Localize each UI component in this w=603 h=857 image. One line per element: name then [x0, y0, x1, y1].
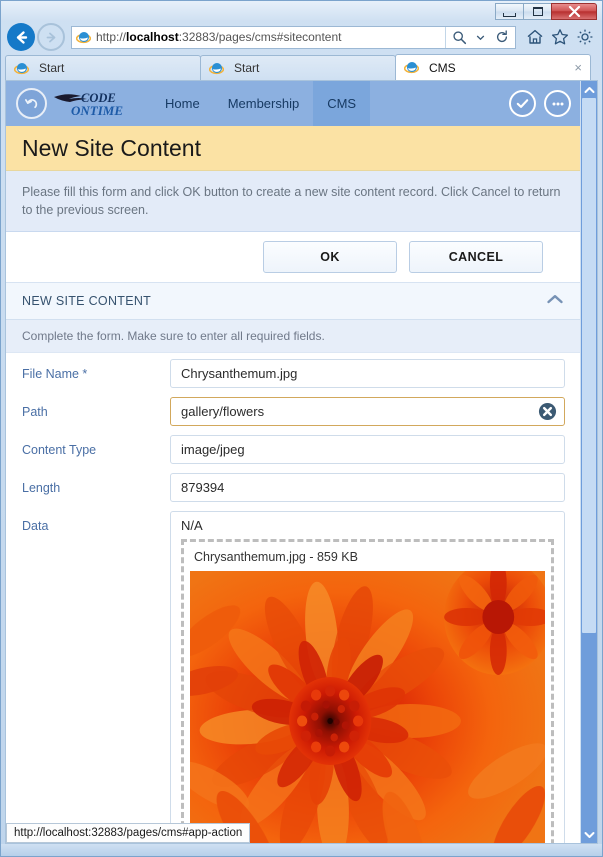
scrollbar-thumb[interactable] [582, 98, 596, 633]
browser-back-button[interactable] [7, 23, 35, 51]
window-controls [495, 3, 597, 20]
internet-explorer-icon [14, 62, 29, 74]
field-label: Content Type [22, 443, 97, 458]
browser-tab-3[interactable]: CMS × [395, 54, 591, 80]
code-on-time-logo: CODE ONTIME [53, 89, 135, 119]
gear-icon[interactable] [574, 26, 596, 48]
refresh-icon[interactable] [492, 27, 511, 48]
address-url: http://localhost:32883/pages/cms#sitecon… [96, 30, 342, 44]
home-icon[interactable] [524, 26, 546, 48]
section-title: NEW SITE CONTENT [22, 294, 152, 309]
nav-item-membership[interactable]: Membership [214, 81, 314, 126]
tab-label: Start [234, 61, 260, 75]
address-input[interactable]: http://localhost:32883/pages/cms#sitecon… [71, 25, 516, 49]
field-label: Path [22, 405, 48, 420]
app-header-actions [509, 90, 581, 117]
field-row-data: Data N/A Chrysanthemum.jpg - 859 KB [6, 511, 581, 843]
favorites-star-icon[interactable] [549, 26, 571, 48]
more-actions-button[interactable] [544, 90, 571, 117]
file-dropzone[interactable]: Chrysanthemum.jpg - 859 KB [181, 539, 554, 843]
section-header[interactable]: NEW SITE CONTENT [6, 283, 581, 321]
form-fields: File Name * Chrysanthemum.jpg Path galle… [6, 353, 581, 843]
browser-tab-1[interactable]: Start [5, 55, 201, 80]
nav-item-home[interactable]: Home [151, 81, 214, 126]
scroll-down-button[interactable] [581, 826, 597, 843]
minimize-button[interactable] [495, 3, 524, 20]
web-page: CODE ONTIME Home Membership CMS New Site… [6, 81, 581, 843]
svg-text:ONTIME: ONTIME [71, 103, 123, 118]
file-name-input[interactable]: Chrysanthemum.jpg [170, 359, 565, 389]
tab-bar: Start Start CMS × [1, 53, 602, 80]
back-arrow-icon [16, 30, 27, 44]
field-row-path: Path gallery/flowers [6, 397, 581, 435]
nav-label: Home [165, 96, 200, 111]
field-row-file-name: File Name * Chrysanthemum.jpg [6, 359, 581, 397]
address-bar-tools [445, 26, 511, 48]
browser-tab-2[interactable]: Start [200, 55, 396, 80]
internet-explorer-icon [76, 31, 91, 43]
app-nav: Home Membership CMS [151, 81, 371, 126]
internet-explorer-icon [209, 62, 224, 74]
chevron-down-icon [584, 831, 594, 838]
ellipsis-icon [552, 102, 563, 105]
field-row-content-type: Content Type image/jpeg [6, 435, 581, 473]
status-bar-tooltip: http://localhost:32883/pages/cms#app-act… [6, 823, 251, 843]
address-bar: http://localhost:32883/pages/cms#sitecon… [1, 21, 602, 53]
search-icon[interactable] [450, 27, 469, 48]
field-row-length: Length 879394 [6, 473, 581, 511]
form-note: Complete the form. Make sure to enter al… [6, 320, 581, 354]
ok-button[interactable]: OK [263, 241, 397, 274]
tab-label: Start [39, 61, 65, 75]
close-icon [568, 6, 580, 17]
nav-label: CMS [327, 96, 357, 111]
browser-forward-button[interactable] [37, 23, 65, 51]
nav-item-cms[interactable]: CMS [313, 81, 371, 126]
scroll-up-button[interactable] [581, 81, 597, 98]
field-label: File Name * [22, 367, 88, 382]
image-preview [190, 571, 545, 843]
chevron-up-icon[interactable] [545, 293, 565, 309]
app-back-button[interactable] [16, 88, 47, 119]
nav-label: Membership [227, 96, 300, 111]
length-input[interactable]: 879394 [170, 473, 565, 503]
title-bar [1, 1, 602, 21]
vertical-scrollbar[interactable] [580, 81, 597, 843]
chrysanthemum-photo [190, 571, 545, 843]
form-action-bar: OK CANCEL [6, 232, 581, 284]
undo-arrow-icon [24, 99, 38, 109]
page-viewport: CODE ONTIME Home Membership CMS New Site… [5, 80, 598, 844]
cancel-button[interactable]: CANCEL [409, 241, 543, 274]
check-icon [516, 99, 529, 108]
confirm-button[interactable] [509, 90, 536, 117]
chevron-up-icon [584, 86, 594, 93]
field-label: Data [22, 519, 49, 534]
field-label: Length [22, 481, 61, 496]
data-field: N/A Chrysanthemum.jpg - 859 KB [170, 511, 565, 843]
page-description: Please fill this form and click OK butto… [6, 171, 581, 233]
clear-path-icon[interactable] [538, 402, 557, 421]
tab-close-icon[interactable]: × [574, 60, 582, 75]
path-input[interactable]: gallery/flowers [170, 397, 565, 427]
browser-toolbar [524, 26, 596, 48]
window-bottom-edge [1, 844, 602, 856]
internet-explorer-icon [404, 61, 419, 74]
browser-window: http://localhost:32883/pages/cms#sitecon… [0, 0, 603, 857]
content-type-input[interactable]: image/jpeg [170, 435, 565, 465]
logo-mark: CODE ONTIME [54, 91, 123, 118]
restore-button[interactable] [523, 3, 552, 20]
uploaded-file-label: Chrysanthemum.jpg - 859 KB [194, 550, 358, 565]
tab-label: CMS [429, 60, 456, 75]
app-header: CODE ONTIME Home Membership CMS [6, 81, 581, 126]
page-title: New Site Content [6, 126, 581, 171]
chevron-down-icon[interactable] [471, 27, 490, 48]
data-value: N/A [181, 518, 203, 534]
forward-arrow-icon [46, 32, 55, 42]
close-button[interactable] [551, 3, 597, 20]
